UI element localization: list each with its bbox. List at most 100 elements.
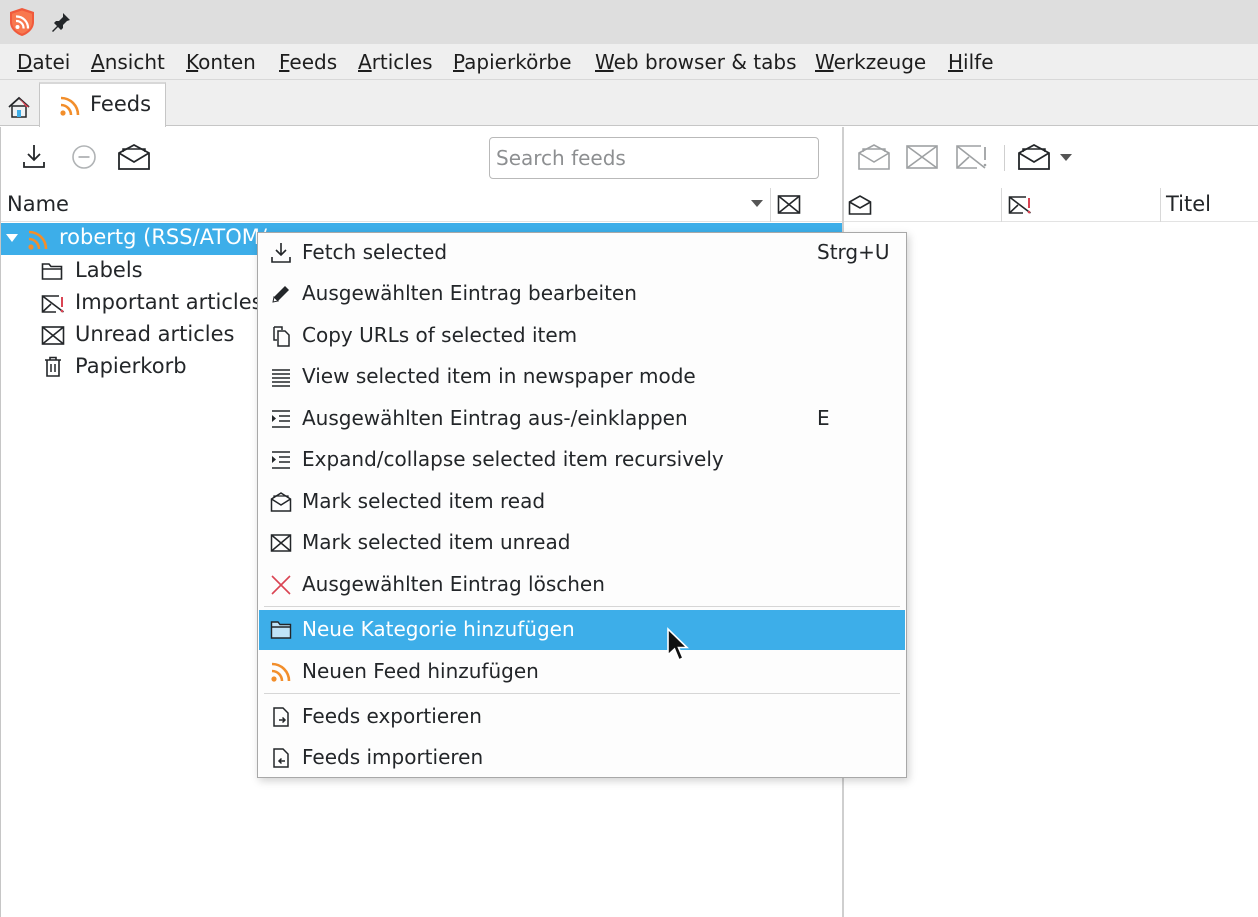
download-icon xyxy=(270,242,292,264)
menu-item-copy-urls[interactable]: Copy URLs of selected item xyxy=(259,316,905,356)
menu-item-label: Ausgewählten Eintrag aus-/einklappen xyxy=(302,406,688,430)
column-name[interactable]: Name xyxy=(7,192,69,216)
account-label: robertg (RSS/ATOM/ xyxy=(59,225,267,249)
column-title[interactable]: Titel xyxy=(1166,192,1211,216)
menu-feeds[interactable]: Feeds xyxy=(279,48,337,76)
menu-item-label: Expand/collapse selected item recursivel… xyxy=(302,447,724,471)
envelope-open-icon xyxy=(118,143,150,170)
menu-item-label: Ausgewählten Eintrag löschen xyxy=(302,572,605,596)
menu-item-edit[interactable]: Ausgewählten Eintrag bearbeiten xyxy=(259,274,905,314)
read-column-icon[interactable] xyxy=(848,194,872,216)
important-column-icon[interactable] xyxy=(1008,194,1032,216)
envelope-closed-icon xyxy=(41,325,65,347)
menu-item-label: View selected item in newspaper mode xyxy=(302,364,696,388)
export-icon xyxy=(270,706,292,728)
menu-item-mark-read[interactable]: Mark selected item read xyxy=(259,482,905,522)
menu-item-import-feeds[interactable]: Feeds importieren xyxy=(259,738,905,778)
mark-article-read-button[interactable] xyxy=(856,139,892,175)
menu-werkzeuge[interactable]: Werkzeuge xyxy=(815,48,926,76)
menu-item-delete[interactable]: Ausgewählten Eintrag löschen xyxy=(259,565,905,605)
mark-all-read-button[interactable] xyxy=(116,139,152,175)
envelope-closed-icon xyxy=(270,532,292,554)
mark-article-unread-button[interactable] xyxy=(904,139,940,175)
menu-item-collapse-recursive[interactable]: Expand/collapse selected item recursivel… xyxy=(259,440,905,480)
tree-label: Papierkorb xyxy=(75,354,187,378)
menu-item-add-feed[interactable]: Neuen Feed hinzufügen xyxy=(259,652,905,692)
envelope-closed-icon xyxy=(906,145,938,169)
stop-icon xyxy=(72,145,96,169)
mouse-cursor-icon xyxy=(666,627,690,663)
menu-item-label: Ausgewählten Eintrag bearbeiten xyxy=(302,281,637,305)
import-icon xyxy=(270,747,292,769)
mark-read-dropdown-button[interactable] xyxy=(1016,139,1052,175)
important-mail-icon xyxy=(41,293,65,315)
app-logo-icon xyxy=(6,6,38,38)
tab-feeds-label: Feeds xyxy=(90,92,152,116)
menu-item-add-category[interactable]: Neue Kategorie hinzufügen xyxy=(259,610,905,650)
tab-feeds[interactable]: Feeds xyxy=(39,82,166,127)
menu-item-export-feeds[interactable]: Feeds exportieren xyxy=(259,697,905,737)
context-menu: Fetch selected Strg+U Ausgewählten Eintr… xyxy=(257,232,907,778)
tree-label: Unread articles xyxy=(75,322,235,346)
download-icon xyxy=(23,145,45,168)
menu-separator xyxy=(264,693,900,694)
tab-bar xyxy=(0,80,1258,126)
unread-column-icon[interactable] xyxy=(777,194,801,216)
toolbar-separator xyxy=(1004,145,1005,171)
menu-item-collapse[interactable]: Ausgewählten Eintrag aus-/einklappen E xyxy=(259,399,905,439)
fetch-all-button[interactable] xyxy=(16,139,52,175)
menu-item-mark-unread[interactable]: Mark selected item unread xyxy=(259,523,905,563)
rss-icon xyxy=(59,95,81,117)
menu-papierkoerbe[interactable]: Papierkörbe xyxy=(453,48,572,76)
menu-separator xyxy=(264,606,900,607)
menu-item-label: Fetch selected xyxy=(302,240,448,264)
menu-item-label: Copy URLs of selected item xyxy=(302,323,578,347)
collapse-icon xyxy=(270,408,292,430)
menu-articles[interactable]: Articles xyxy=(358,48,433,76)
menu-item-label: Neue Kategorie hinzufügen xyxy=(302,617,575,641)
menu-item-newspaper-mode[interactable]: View selected item in newspaper mode xyxy=(259,357,905,397)
home-icon[interactable] xyxy=(4,92,36,124)
tree-label: Important articles xyxy=(75,290,263,314)
sort-down-icon[interactable] xyxy=(751,200,763,208)
pin-icon[interactable] xyxy=(50,11,72,33)
column-separator xyxy=(1001,188,1002,222)
rss-icon xyxy=(270,661,292,683)
feeds-list-header: Name xyxy=(1,188,842,222)
menu-hilfe[interactable]: Hilfe xyxy=(948,48,994,76)
column-separator xyxy=(770,188,771,222)
menu-web-browser-tabs[interactable]: Web browser & tabs xyxy=(595,48,797,76)
menu-datei[interactable]: Datei xyxy=(17,48,70,76)
menu-item-fetch-selected[interactable]: Fetch selected Strg+U xyxy=(259,233,905,273)
menu-item-label: Feeds importieren xyxy=(302,745,484,769)
column-separator xyxy=(1160,188,1161,222)
folder-icon xyxy=(270,619,292,641)
folder-icon xyxy=(41,261,63,281)
expand-arrow-icon[interactable] xyxy=(6,234,18,243)
articles-list-header: Titel xyxy=(844,188,1258,222)
trash-icon xyxy=(43,356,63,378)
tree-label: Labels xyxy=(75,258,143,282)
collapse-recursive-icon xyxy=(270,449,292,471)
title-bar xyxy=(0,0,1258,44)
envelope-open-icon xyxy=(858,144,890,170)
delete-cross-icon xyxy=(270,574,292,596)
menu-item-shortcut: Strg+U xyxy=(817,240,890,264)
menu-ansicht[interactable]: Ansicht xyxy=(91,48,165,76)
newspaper-icon xyxy=(270,366,292,388)
menu-konten[interactable]: Konten xyxy=(186,48,256,76)
menu-bar: Datei Ansicht Konten Feeds Articles Papi… xyxy=(0,44,1258,80)
envelope-open-icon xyxy=(1018,143,1050,170)
mark-article-important-button[interactable] xyxy=(954,139,990,175)
menu-item-label: Feeds exportieren xyxy=(302,704,482,728)
search-feeds-input[interactable] xyxy=(489,137,819,179)
menu-item-label: Mark selected item read xyxy=(302,489,546,513)
important-mail-icon xyxy=(956,145,987,169)
stop-button[interactable] xyxy=(66,139,102,175)
menu-item-shortcut: E xyxy=(817,406,830,430)
copy-icon xyxy=(270,325,292,347)
menu-item-label: Neuen Feed hinzufügen xyxy=(302,659,539,683)
chevron-down-icon[interactable] xyxy=(1060,154,1072,162)
envelope-open-icon xyxy=(270,491,292,513)
pencil-icon xyxy=(270,283,292,305)
